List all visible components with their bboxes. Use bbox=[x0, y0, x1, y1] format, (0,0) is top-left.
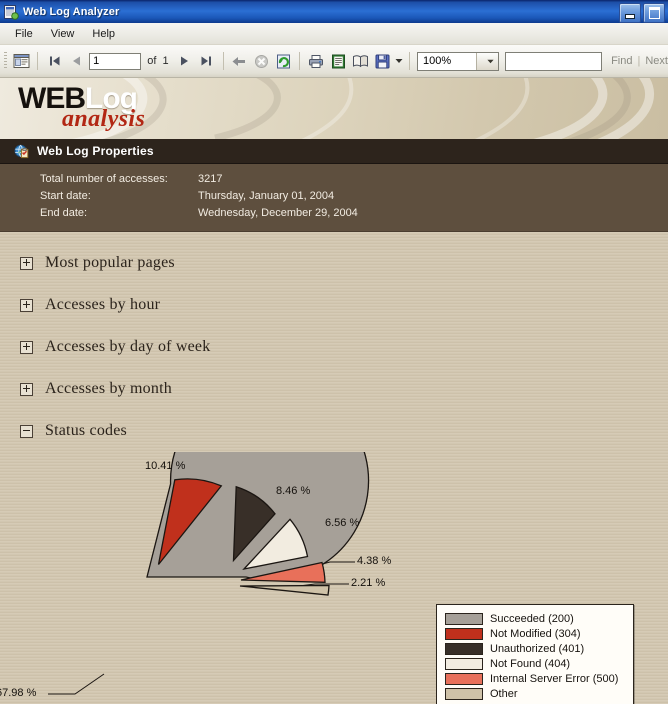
maximize-button[interactable] bbox=[643, 3, 665, 23]
expand-icon[interactable] bbox=[20, 256, 33, 270]
toolbar-separator bbox=[222, 52, 224, 70]
property-row: Total number of accesses: 3217 bbox=[0, 171, 668, 188]
minimize-button[interactable] bbox=[619, 3, 641, 23]
toolbar-separator bbox=[299, 52, 301, 70]
weblog-analysis-logo: WEBLog analysis bbox=[18, 84, 146, 132]
legend-item-succeeded: Succeeded (200) bbox=[445, 611, 625, 626]
section-accesses-by-month[interactable]: Accesses by month bbox=[0, 368, 668, 410]
logo-analysis-text: analysis bbox=[62, 106, 146, 132]
section-label: Status codes bbox=[45, 422, 127, 439]
refresh-icon[interactable] bbox=[272, 50, 294, 72]
window-title-text: Web Log Analyzer bbox=[23, 5, 120, 18]
window-controls bbox=[619, 3, 665, 23]
section-label: Accesses by month bbox=[45, 380, 172, 397]
previous-page-icon[interactable] bbox=[65, 50, 87, 72]
pie-label-other: 2.21 % bbox=[351, 577, 386, 589]
property-row: End date: Wednesday, December 29, 2004 bbox=[0, 205, 668, 222]
page-setup-icon[interactable] bbox=[349, 50, 371, 72]
toolbar-separator bbox=[409, 52, 410, 70]
section-label: Most popular pages bbox=[45, 254, 175, 271]
report-viewer: WEBLog analysis Web Log Properties Total… bbox=[0, 78, 668, 704]
toolbar-grip[interactable] bbox=[4, 52, 8, 70]
web-log-properties-header: Web Log Properties bbox=[0, 139, 668, 164]
chevron-down-icon[interactable] bbox=[476, 52, 499, 70]
properties-panel: Total number of accesses: 3217 Start dat… bbox=[0, 164, 668, 232]
menu-view[interactable]: View bbox=[42, 26, 84, 42]
legend-swatch bbox=[445, 657, 483, 670]
web-log-properties-title: Web Log Properties bbox=[37, 144, 154, 158]
menu-help[interactable]: Help bbox=[83, 26, 124, 42]
property-value: 3217 bbox=[198, 173, 223, 185]
section-label: Accesses by hour bbox=[45, 296, 161, 313]
legend-item-other: Other bbox=[445, 686, 625, 701]
legend-item-not-found: Not Found (404) bbox=[445, 656, 625, 671]
back-arrow-icon[interactable] bbox=[228, 50, 250, 72]
toolbar-separator bbox=[37, 52, 39, 70]
property-label: Start date: bbox=[40, 190, 91, 202]
legend-swatch bbox=[445, 627, 483, 640]
legend-label: Not Modified (304) bbox=[490, 627, 581, 640]
pie-label-not-modified: 10.41 % bbox=[145, 460, 186, 472]
pie-label-not-found: 6.56 % bbox=[325, 517, 360, 529]
page-number-input[interactable]: 1 bbox=[89, 52, 142, 70]
print-icon[interactable] bbox=[305, 50, 327, 72]
next-page-icon[interactable] bbox=[174, 50, 196, 72]
legend-label: Succeeded (200) bbox=[490, 612, 574, 625]
property-label: End date: bbox=[40, 207, 88, 219]
legend-label: Internal Server Error (500) bbox=[490, 672, 619, 685]
section-accesses-by-day-of-week[interactable]: Accesses by day of week bbox=[0, 326, 668, 368]
legend-item-internal-server-error: Internal Server Error (500) bbox=[445, 671, 625, 686]
pie-slice-other bbox=[239, 584, 330, 596]
section-status-codes[interactable]: Status codes bbox=[0, 410, 668, 452]
section-most-popular-pages[interactable]: Most popular pages bbox=[0, 242, 668, 284]
property-label: Total number of accesses: bbox=[40, 173, 168, 185]
save-export-icon[interactable] bbox=[371, 50, 393, 72]
property-value: Wednesday, December 29, 2004 bbox=[198, 207, 358, 219]
pie-label-unauthorized: 8.46 % bbox=[276, 485, 311, 497]
web-log-analyzer-window: Web Log Analyzer File View Help 1 of 1 1… bbox=[0, 0, 668, 704]
expand-icon[interactable] bbox=[20, 340, 33, 354]
zoom-value: 100% bbox=[423, 55, 452, 67]
section-accesses-by-hour[interactable]: Accesses by hour bbox=[0, 284, 668, 326]
window-title-bar: Web Log Analyzer bbox=[0, 0, 668, 23]
property-value: Thursday, January 01, 2004 bbox=[198, 190, 335, 202]
menu-bar: File View Help bbox=[0, 23, 668, 45]
zoom-select[interactable]: 100% bbox=[417, 51, 500, 71]
pie-chart-legend: Succeeded (200) Not Modified (304) Unaut… bbox=[436, 604, 634, 704]
toolbar-text-separator: | bbox=[637, 55, 641, 67]
legend-item-unauthorized: Unauthorized (401) bbox=[445, 641, 625, 656]
report-sections: Most popular pages Accesses by hour Acce… bbox=[0, 232, 668, 452]
page-total-label: 1 bbox=[162, 55, 169, 67]
report-toolbar: 1 of 1 100% Find | Next bbox=[0, 45, 668, 78]
legend-swatch bbox=[445, 612, 483, 625]
pie-label-succeeded: 67.98 % bbox=[0, 687, 37, 699]
legend-label: Unauthorized (401) bbox=[490, 642, 585, 655]
legend-swatch bbox=[445, 672, 483, 685]
legend-item-not-modified: Not Modified (304) bbox=[445, 626, 625, 641]
legend-swatch bbox=[445, 642, 483, 655]
expand-icon[interactable] bbox=[20, 382, 33, 396]
find-next-button[interactable]: Next bbox=[645, 55, 668, 67]
legend-swatch bbox=[445, 687, 483, 700]
last-page-icon[interactable] bbox=[196, 50, 218, 72]
menu-file[interactable]: File bbox=[6, 26, 42, 42]
page-of-label: of bbox=[147, 55, 157, 67]
pie-label-internal-server-error: 4.38 % bbox=[357, 555, 392, 567]
search-input[interactable] bbox=[505, 51, 603, 71]
property-row: Start date: Thursday, January 01, 2004 bbox=[0, 188, 668, 205]
expand-icon[interactable] bbox=[20, 298, 33, 312]
document-map-icon[interactable] bbox=[10, 50, 32, 72]
report-banner: WEBLog analysis bbox=[0, 78, 668, 139]
stop-icon[interactable] bbox=[250, 50, 272, 72]
report-window-icon bbox=[3, 4, 19, 20]
find-button[interactable]: Find bbox=[611, 55, 632, 67]
print-layout-icon[interactable] bbox=[327, 50, 349, 72]
legend-label: Not Found (404) bbox=[490, 657, 571, 670]
collapse-icon[interactable] bbox=[20, 424, 33, 438]
web-properties-icon bbox=[14, 144, 29, 159]
legend-label: Other bbox=[490, 687, 518, 700]
first-page-icon[interactable] bbox=[43, 50, 65, 72]
section-label: Accesses by day of week bbox=[45, 338, 211, 355]
chevron-down-icon[interactable] bbox=[393, 50, 404, 72]
